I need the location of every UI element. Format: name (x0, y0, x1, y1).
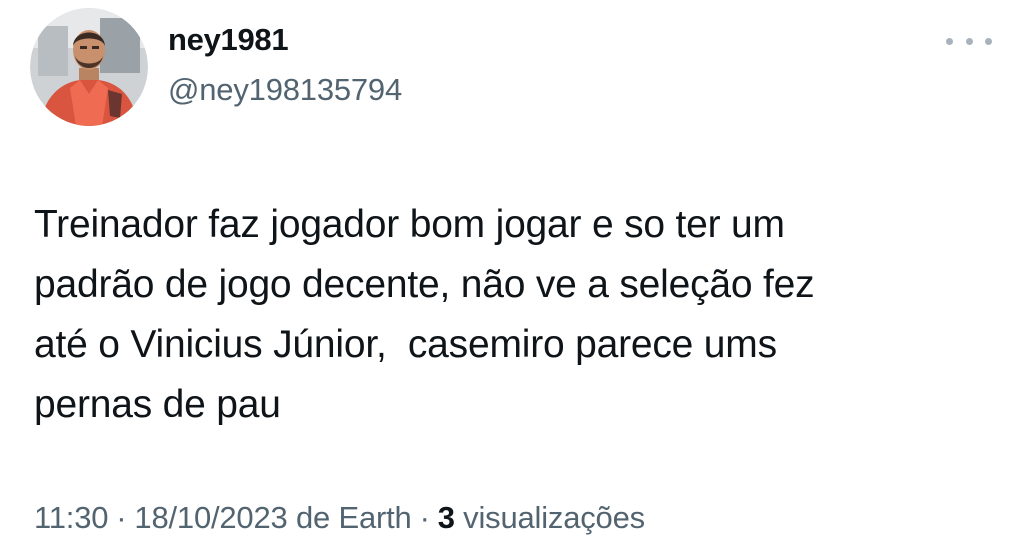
profile-photo-avatar (30, 8, 148, 126)
views-count[interactable]: 3 (438, 500, 455, 535)
separator: · (419, 500, 430, 535)
tweet-card: ney1981 @ney198135794 Treinador faz joga… (0, 0, 1024, 547)
dot (965, 37, 973, 45)
tweet-meta: 11:30 · 18/10/2023 de Earth · 3 visualizaçõe… (34, 500, 645, 536)
tweet-text: Treinador faz jogador bom jogar e so ter… (34, 195, 994, 435)
tweet-text-line: padrão de jogo decente, não ve a seleção… (34, 263, 815, 306)
tweet-text-line: Treinador faz jogador bom jogar e so ter… (34, 203, 785, 246)
separator: · (116, 500, 127, 535)
views-label: visualizações (463, 500, 645, 535)
tweet-text-line: até o Vinicius Júnior, casemiro parece u… (34, 323, 777, 366)
user-handle[interactable]: @ney198135794 (168, 72, 402, 108)
more-options-icon[interactable] (946, 26, 992, 56)
tweet-date[interactable]: 18/10/2023 de Earth (134, 500, 411, 535)
dot (946, 37, 953, 45)
tweet-time[interactable]: 11:30 (34, 500, 108, 535)
avatar[interactable] (30, 8, 148, 126)
dot (985, 37, 992, 45)
display-name[interactable]: ney1981 (168, 22, 289, 58)
tweet-text-line: pernas de pau (34, 383, 281, 426)
